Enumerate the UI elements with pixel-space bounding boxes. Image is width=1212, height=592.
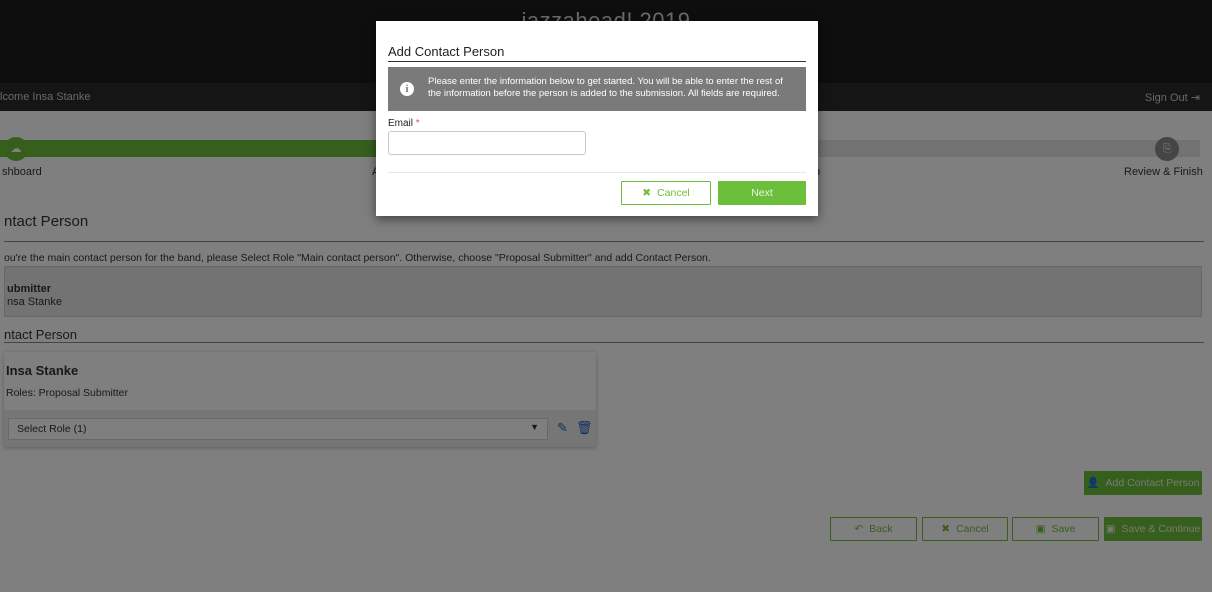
dialog-cancel-label: Cancel	[657, 187, 690, 199]
info-banner: i Please enter the information below to …	[388, 67, 806, 111]
dialog-title: Add Contact Person	[388, 44, 505, 59]
dialog-cancel-button[interactable]: ✖ Cancel	[621, 181, 711, 205]
required-marker: *	[415, 118, 420, 129]
add-contact-dialog: Add Contact Person i Please enter the in…	[376, 21, 818, 216]
email-label-text: Email	[388, 118, 414, 129]
close-icon: ✖	[642, 187, 652, 199]
email-label: Email *	[388, 118, 420, 129]
dialog-footer-divider	[388, 172, 806, 173]
info-icon: i	[400, 82, 414, 96]
dialog-next-button[interactable]: Next	[718, 181, 806, 205]
info-text: Please enter the information below to ge…	[428, 76, 783, 99]
dialog-next-label: Next	[751, 187, 773, 199]
dialog-title-divider	[388, 61, 806, 62]
email-field[interactable]	[388, 131, 586, 155]
